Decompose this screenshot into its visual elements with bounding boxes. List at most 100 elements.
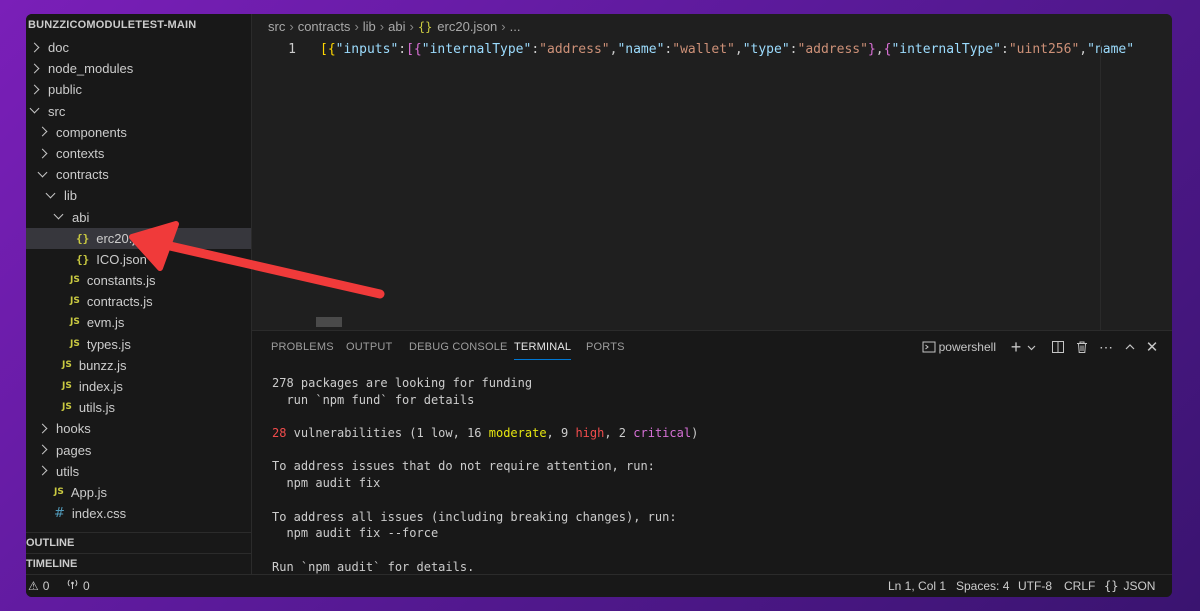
- tree-item-erc20-json[interactable]: {} erc20.json: [26, 227, 251, 249]
- tree-item-constants-js[interactable]: JS constants.js: [26, 270, 251, 291]
- tree-item-contracts[interactable]: contracts: [26, 164, 251, 185]
- chevron-right-icon: ›: [354, 19, 359, 34]
- split-terminal-icon[interactable]: [1046, 336, 1070, 358]
- terminal-line: To address issues that do not require at…: [272, 459, 655, 474]
- chevron-right-icon: [36, 464, 50, 478]
- tree-item-label: constants.js: [86, 273, 156, 289]
- close-panel-icon[interactable]: ✕: [1142, 336, 1162, 358]
- tab-output[interactable]: OUTPUT: [346, 331, 392, 363]
- errors-status[interactable]: ⚠ 0: [28, 575, 49, 597]
- json-file-icon: {}: [76, 231, 90, 245]
- breadcrumb-file[interactable]: erc20.json: [437, 19, 497, 34]
- tree-item-types-js[interactable]: JS types.js: [26, 334, 251, 355]
- indentation[interactable]: Spaces: 4: [956, 575, 1009, 597]
- tab-ports[interactable]: PORTS: [586, 331, 625, 363]
- line-number: 1: [288, 42, 296, 57]
- tree-item-ico-json[interactable]: {} ICO.json: [26, 249, 251, 270]
- terminal-line: run `npm fund` for details: [272, 392, 475, 407]
- js-file-icon: JS: [62, 402, 72, 413]
- tree-item-label: bunzz.js: [78, 357, 127, 373]
- tree-item-evm-js[interactable]: JS evm.js: [26, 312, 251, 333]
- bottom-panel: PROBLEMS OUTPUT DEBUG CONSOLE TERMINAL P…: [252, 330, 1172, 574]
- panel-actions: powershell + ⋯ ✕: [919, 331, 1162, 363]
- breadcrumb-item[interactable]: contracts: [298, 19, 351, 34]
- tree-item-utils-js[interactable]: JS utils.js: [26, 397, 251, 418]
- breadcrumb-item[interactable]: abi: [388, 19, 405, 34]
- tree-item-index-js[interactable]: JS index.js: [26, 376, 251, 397]
- explorer-title[interactable]: BUNZZICOMODULETEST-MAIN: [26, 14, 251, 36]
- chevron-down-icon: [36, 168, 50, 182]
- tree-item-label: public: [48, 82, 82, 98]
- tree-item-label: doc: [48, 40, 69, 55]
- terminal-output[interactable]: 278 packages are looking for funding run…: [272, 375, 1162, 575]
- terminal-line: 28 vulnerabilities (1 low, 16 moderate, …: [272, 426, 699, 441]
- encoding[interactable]: UTF-8: [1018, 575, 1052, 597]
- chevron-right-icon: ›: [409, 19, 414, 34]
- code-text: [{"inputs":[{"internalType":"address","n…: [320, 42, 1132, 57]
- tree-item-label: types.js: [86, 336, 131, 352]
- chevron-down-icon: [44, 189, 58, 203]
- tree-item-index-css[interactable]: # index.css: [26, 503, 251, 524]
- chevron-right-icon: [28, 41, 42, 55]
- tree-item-contexts[interactable]: contexts: [26, 143, 251, 164]
- tree-item-bunzz-js[interactable]: JS bunzz.js: [26, 355, 251, 376]
- js-file-icon: JS: [70, 296, 80, 307]
- language-mode[interactable]: {} JSON: [1104, 575, 1155, 597]
- broadcast-icon: [66, 575, 79, 597]
- chevron-right-icon: ›: [379, 19, 385, 34]
- more-actions-icon[interactable]: ⋯: [1094, 336, 1118, 358]
- breadcrumb-item[interactable]: src: [268, 19, 285, 34]
- breadcrumb-more[interactable]: ...: [510, 19, 521, 34]
- shell-label[interactable]: powershell: [939, 336, 996, 358]
- js-file-icon: JS: [70, 275, 80, 286]
- tree-item-label: abi: [72, 209, 90, 225]
- tree-item-contracts-js[interactable]: JS contracts.js: [26, 291, 251, 312]
- tree-item-src[interactable]: src: [26, 101, 251, 122]
- js-file-icon: JS: [70, 317, 80, 328]
- tree-item-node-modules[interactable]: node_modules: [26, 58, 251, 79]
- timeline-section[interactable]: TIMELINE: [26, 553, 251, 574]
- minimap-divider: [1100, 40, 1101, 330]
- tree-item-label: lib: [64, 188, 78, 204]
- chevron-right-icon: [36, 443, 50, 457]
- tree-item-label: contexts: [56, 145, 105, 161]
- outline-section[interactable]: OUTLINE: [26, 532, 251, 553]
- chevron-right-icon: [28, 62, 42, 76]
- ports-status[interactable]: 0: [66, 575, 90, 597]
- json-file-icon: {}: [417, 20, 433, 34]
- js-file-icon: JS: [70, 338, 80, 349]
- tree-item-hooks[interactable]: hooks: [26, 418, 251, 439]
- code-line-1[interactable]: 1 [{"inputs":[{"internalType":"address","…: [252, 40, 1132, 60]
- tree-item-pages[interactable]: pages: [26, 440, 251, 461]
- tree-item-utils[interactable]: utils: [26, 461, 251, 482]
- panel-tabs: PROBLEMS OUTPUT DEBUG CONSOLE TERMINAL P…: [252, 331, 1172, 363]
- tree-item-label: pages: [56, 442, 92, 458]
- tree-item-components[interactable]: components: [26, 122, 251, 143]
- new-terminal-icon[interactable]: +: [1008, 336, 1024, 358]
- tree-item-app-js[interactable]: JS App.js: [26, 482, 251, 503]
- line-ending[interactable]: CRLF: [1064, 575, 1095, 597]
- cursor-position[interactable]: Ln 1, Col 1: [888, 575, 946, 597]
- terminal-icon: [919, 336, 939, 358]
- tree-item-public[interactable]: public: [26, 79, 251, 100]
- terminal-line: Run `npm audit` for details.: [272, 559, 475, 574]
- tab-debug-console[interactable]: DEBUG CONSOLE: [409, 331, 508, 363]
- chevron-down-icon[interactable]: [1024, 336, 1038, 358]
- terminal-line: npm audit fix --force: [272, 526, 439, 541]
- tree-item-label: utils: [56, 463, 80, 479]
- tree-item-lib[interactable]: lib: [26, 185, 251, 206]
- breadcrumb-item[interactable]: lib: [363, 19, 376, 34]
- horizontal-scrollbar[interactable]: [316, 317, 342, 327]
- trash-icon[interactable]: [1070, 336, 1094, 358]
- js-file-icon: JS: [62, 359, 72, 370]
- tree-item-label: index.js: [78, 379, 123, 394]
- editor-area: src › contracts › lib › abi ›{} erc20.json ›... 1…: [252, 14, 1172, 330]
- tree-item-abi[interactable]: abi: [26, 207, 251, 228]
- tree-item-doc[interactable]: doc: [26, 37, 251, 58]
- tab-problems[interactable]: PROBLEMS: [271, 331, 334, 363]
- maximize-panel-icon[interactable]: [1118, 336, 1142, 358]
- tab-terminal[interactable]: TERMINAL: [514, 331, 572, 363]
- tree-item-label: src: [48, 103, 66, 119]
